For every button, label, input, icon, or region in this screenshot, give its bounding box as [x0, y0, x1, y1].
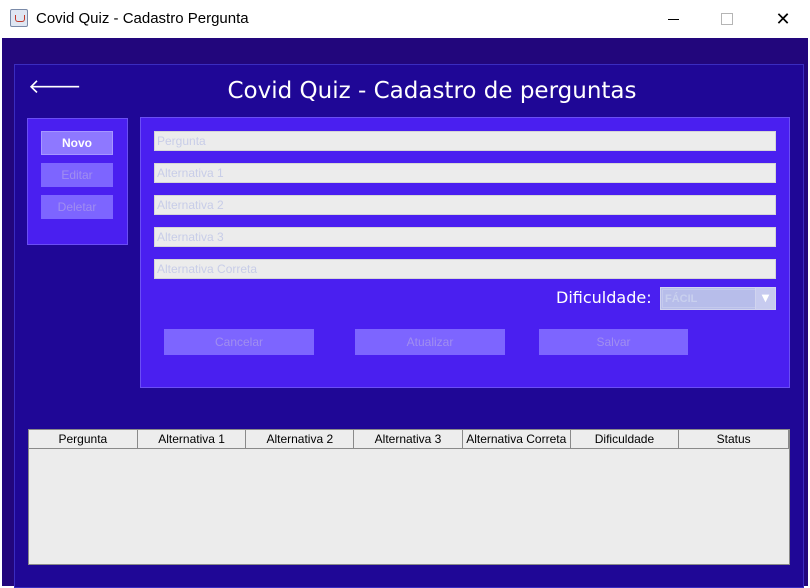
questions-table-header: Pergunta Alternativa 1 Alternativa 2 Alt… — [28, 429, 790, 449]
column-header-alternativa-1[interactable]: Alternativa 1 — [138, 430, 247, 448]
window-title: Covid Quiz - Cadastro Pergunta — [36, 10, 249, 27]
close-button[interactable]: ✕ — [760, 0, 806, 38]
alternative-1-field[interactable]: Alternativa 1 — [154, 163, 776, 183]
update-button[interactable]: Atualizar — [355, 329, 505, 355]
alternative-2-field[interactable]: Alternativa 2 — [154, 195, 776, 215]
difficulty-label: Dificuldade: — [556, 288, 652, 307]
column-header-alternativa-correta[interactable]: Alternativa Correta — [463, 430, 571, 448]
questions-table-body[interactable] — [28, 449, 790, 565]
column-header-dificuldade[interactable]: Dificuldade — [571, 430, 680, 448]
difficulty-select[interactable]: FÁCIL ▼ — [660, 287, 776, 310]
column-header-pergunta[interactable]: Pergunta — [29, 430, 138, 448]
minimize-button[interactable] — [650, 0, 696, 38]
difficulty-value: FÁCIL — [665, 293, 698, 305]
save-button[interactable]: Salvar — [539, 329, 688, 355]
close-icon: ✕ — [775, 8, 791, 30]
new-button[interactable]: Novo — [41, 131, 113, 155]
maximize-icon — [721, 13, 733, 25]
maximize-button[interactable] — [704, 0, 750, 38]
delete-button[interactable]: Deletar — [41, 195, 113, 219]
minimize-icon — [667, 18, 679, 20]
column-header-status[interactable]: Status — [679, 430, 790, 448]
alternative-3-field[interactable]: Alternativa 3 — [154, 227, 776, 247]
question-field[interactable]: Pergunta — [154, 131, 776, 151]
column-header-alternativa-3[interactable]: Alternativa 3 — [354, 430, 463, 448]
difficulty-select-value-box: FÁCIL — [662, 289, 756, 308]
cancel-button[interactable]: Cancelar — [164, 329, 314, 355]
column-header-alternativa-2[interactable]: Alternativa 2 — [246, 430, 355, 448]
java-app-icon — [10, 9, 28, 27]
correct-alternative-field[interactable]: Alternativa Correta — [154, 259, 776, 279]
window-titlebar: Covid Quiz - Cadastro Pergunta ✕ — [0, 0, 810, 38]
chevron-down-icon[interactable]: ▼ — [755, 288, 775, 309]
dropdown-arrow-glyph: ▼ — [761, 293, 770, 304]
page-title: Covid Quiz - Cadastro de perguntas — [227, 78, 637, 104]
edit-button[interactable]: Editar — [41, 163, 113, 187]
